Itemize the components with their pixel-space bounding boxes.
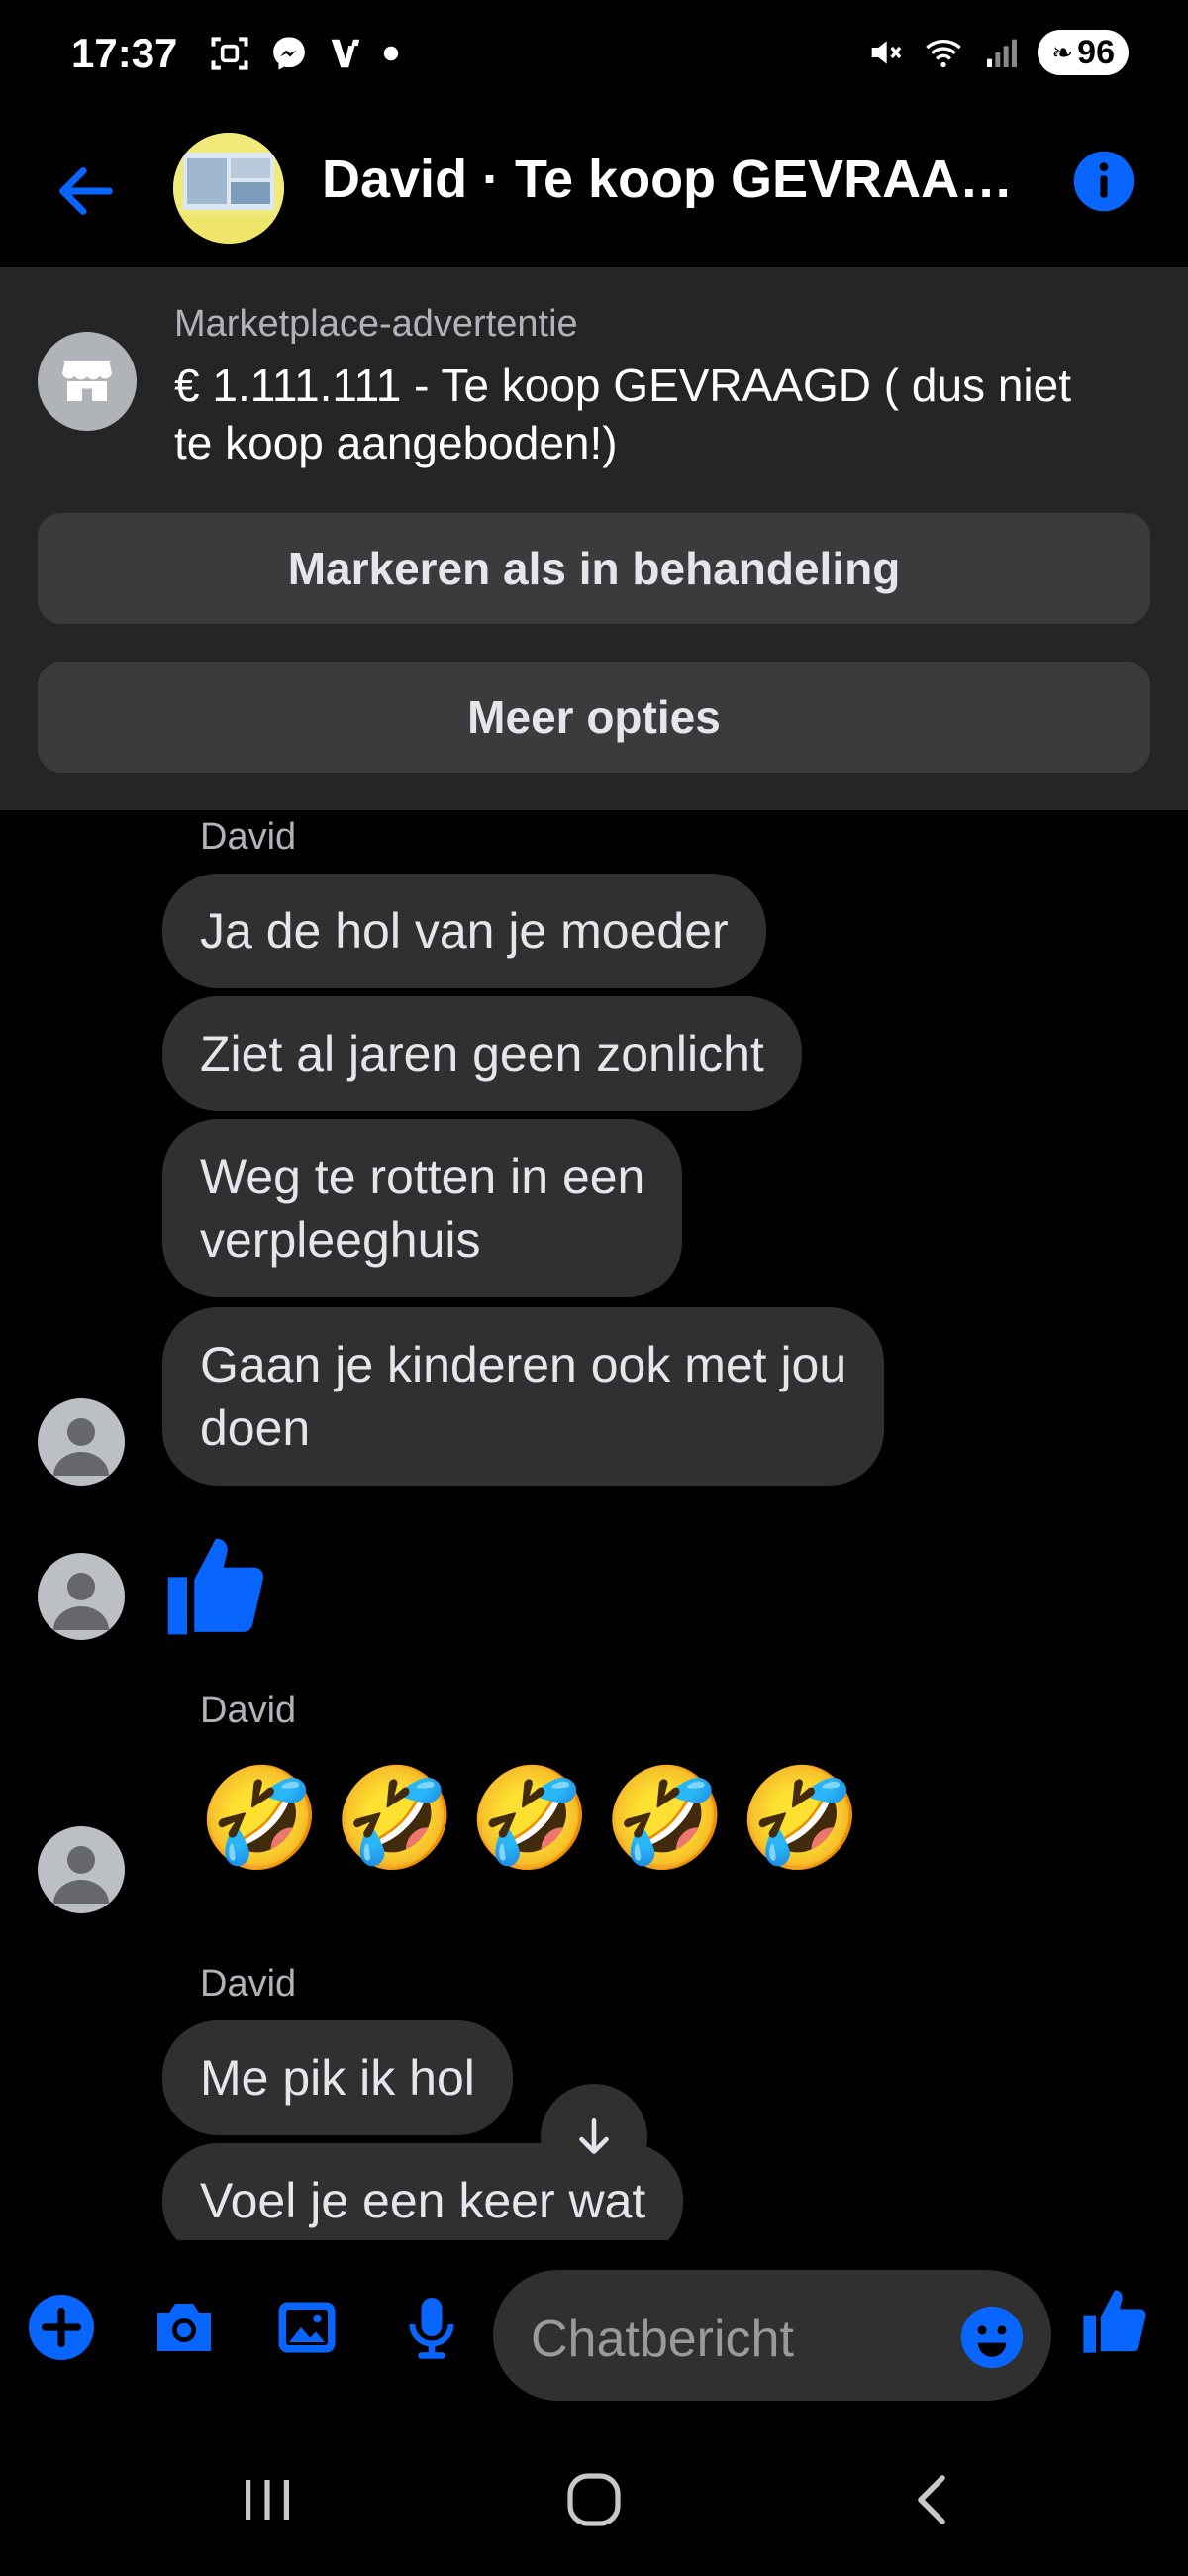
message-line: Weg te rotten in een — [200, 1149, 645, 1204]
message-line: Gaan je kinderen ook met jou — [200, 1337, 847, 1392]
back-button[interactable] — [51, 156, 121, 226]
thumbs-up-icon — [167, 1538, 264, 1635]
battery-leaf-icon: ❧ — [1051, 37, 1074, 67]
recents-icon — [246, 2480, 289, 2520]
more-actions-button[interactable] — [24, 2290, 99, 2365]
message-bubble[interactable]: Weg te rotten in een verpleeghuis — [162, 1119, 683, 1297]
image-icon — [278, 2302, 336, 2353]
message-bubble[interactable]: Me pik ik hol — [162, 2020, 513, 2135]
plus-circle-icon — [29, 2295, 94, 2360]
message-input-placeholder: Chatbericht — [531, 2311, 794, 2368]
message-input[interactable]: Chatbericht — [493, 2270, 1051, 2401]
message-list[interactable]: David Ja de hol van je moeder Ziet al ja… — [0, 810, 1188, 2240]
battery-level: 96 — [1077, 33, 1115, 71]
info-icon — [1073, 151, 1135, 212]
avatar[interactable] — [38, 1826, 125, 1913]
composer-bar: Chatbericht — [0, 2240, 1188, 2428]
message-bubble[interactable]: Gaan je kinderen ook met jou doen — [162, 1307, 885, 1486]
marketplace-banner: Marketplace-advertentie € 1.111.111 - Te… — [0, 267, 1188, 810]
sender-name: David — [200, 816, 297, 858]
status-bar: 17:37 ❧ 96 — [0, 0, 1188, 114]
laughing-emoji: 🤣 — [468, 1763, 592, 1874]
sender-name: David — [200, 1963, 297, 2005]
message-bubble[interactable]: Ziet al jaren geen zonlicht — [162, 996, 802, 1111]
marketplace-label: Marketplace-advertentie — [174, 303, 578, 345]
marketplace-shop-icon — [38, 332, 137, 431]
screenshot-icon — [211, 37, 248, 70]
scroll-to-bottom-button[interactable] — [541, 2084, 647, 2191]
system-back-button[interactable] — [903, 2468, 962, 2536]
home-button[interactable] — [562, 2468, 626, 2536]
mute-icon — [872, 41, 902, 64]
listing-thumbnail[interactable] — [173, 133, 284, 244]
listing-title[interactable]: € 1.111.111 - Te koop GEVRAAGD ( dus nie… — [174, 357, 1105, 471]
emoji-message[interactable]: 🤣 🤣 🤣 🤣 🤣 — [198, 1761, 862, 1876]
arrow-down-icon — [579, 2118, 609, 2154]
dot-icon — [383, 46, 399, 61]
emoji-button[interactable] — [954, 2300, 1030, 2375]
mark-pending-button[interactable]: Markeren als in behandeling — [38, 513, 1150, 624]
chevron-left-icon — [918, 2475, 945, 2524]
laughing-emoji: 🤣 — [333, 1763, 457, 1874]
recent-apps-button[interactable] — [238, 2468, 297, 2536]
wifi-icon — [926, 40, 962, 68]
thumbs-up-sticker[interactable] — [158, 1529, 273, 1649]
avatar[interactable] — [38, 1553, 125, 1640]
status-notification-icons — [208, 32, 400, 75]
laughing-emoji: 🤣 — [603, 1763, 728, 1874]
gallery-button[interactable] — [269, 2290, 345, 2365]
messenger-screen: 17:37 ❧ 96 David · Te koop GEVRAAGD Mark… — [0, 0, 1188, 2576]
status-time: 17:37 — [71, 30, 178, 76]
battery-indicator: ❧ 96 — [1038, 30, 1129, 75]
smiley-icon — [960, 2306, 1024, 2369]
microphone-icon — [409, 2298, 454, 2359]
chat-title[interactable]: David · Te koop GEVRAAGD ( dus niet te k… — [322, 149, 1035, 210]
laughing-emoji: 🤣 — [198, 1763, 322, 1874]
sender-name: David — [200, 1690, 297, 1731]
system-navigation-bar — [0, 2428, 1188, 2576]
home-icon — [567, 2473, 621, 2526]
laughing-emoji: 🤣 — [739, 1763, 862, 1874]
camera-button[interactable] — [147, 2290, 222, 2365]
messenger-icon — [273, 37, 305, 70]
arrow-left-icon — [59, 167, 113, 215]
avatar[interactable] — [38, 1398, 125, 1486]
chat-header: David · Te koop GEVRAAGD ( dus niet te k… — [0, 119, 1188, 267]
message-line: verpleeghuis — [200, 1212, 481, 1268]
v-app-icon — [331, 39, 360, 68]
more-options-button[interactable]: Meer opties — [38, 662, 1150, 773]
thumbs-up-icon — [1083, 2290, 1146, 2353]
message-bubble[interactable]: Ja de hol van je moeder — [162, 874, 766, 988]
info-button[interactable] — [1071, 149, 1137, 214]
signal-icon — [987, 39, 1018, 67]
send-like-button[interactable] — [1077, 2284, 1152, 2359]
voice-button[interactable] — [394, 2290, 469, 2365]
message-line: doen — [200, 1400, 311, 1456]
status-system-icons: ❧ 96 — [865, 30, 1129, 75]
listing-image — [173, 133, 284, 244]
camera-icon — [157, 2304, 211, 2351]
